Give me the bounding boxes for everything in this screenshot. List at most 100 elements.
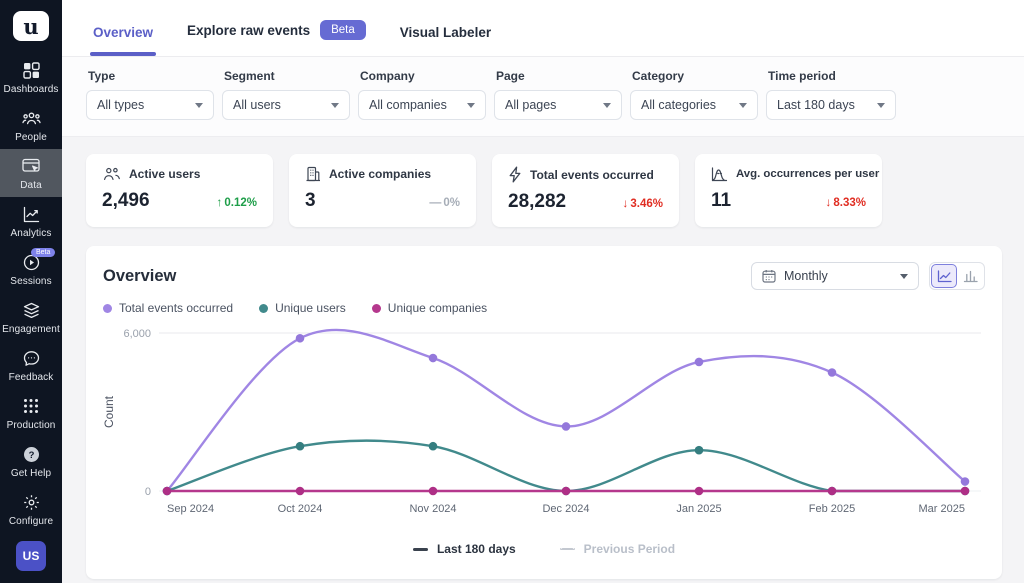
sidebar-item-label: Sessions: [10, 276, 52, 287]
sidebar-item-label: Engagement: [2, 324, 60, 335]
sidebar: u Dashboards People Data Analytics Beta …: [0, 0, 62, 583]
line-chart-button[interactable]: [931, 264, 957, 288]
sidebar-item-get-help[interactable]: ? Get Help: [0, 437, 62, 485]
selected-value: All pages: [505, 98, 557, 112]
stat-label: Avg. occurrences per user: [736, 168, 880, 180]
legend-current-period[interactable]: Last 180 days: [412, 542, 516, 556]
production-icon: [21, 396, 41, 416]
userpilot-logo[interactable]: u: [13, 11, 49, 41]
chevron-down-icon: [877, 102, 885, 108]
filter-label: Company: [360, 69, 415, 83]
stat-value: 3: [305, 190, 316, 211]
legend-unique-companies[interactable]: Unique companies: [371, 301, 487, 315]
filter-bar: Type All types Segment All users Company…: [62, 57, 1024, 137]
chevron-down-icon: [900, 273, 908, 279]
data-icon: [21, 156, 41, 176]
filter-company: Company All companies: [358, 69, 486, 120]
filter-label: Category: [632, 69, 685, 83]
legend-previous-period[interactable]: Previous Period: [559, 542, 676, 556]
period-legend: Last 180 days Previous Period: [103, 542, 985, 556]
page-select[interactable]: All pages: [494, 90, 622, 120]
filter-segment: Segment All users: [222, 69, 350, 120]
sidebar-item-label: Configure: [8, 516, 54, 527]
stat-value: 28,282: [508, 191, 567, 212]
legend-dot: [259, 303, 269, 313]
chart-type-toggle: [929, 262, 985, 290]
building-icon: [305, 166, 321, 182]
legend-label: Unique users: [275, 301, 346, 315]
overview-line-chart[interactable]: 0 6,000 Count Sep 2024 Oct 2024 Nov 2024 Dec 2…: [102, 319, 985, 529]
legend-label: Previous Period: [583, 542, 676, 556]
sidebar-item-label: Production: [6, 420, 56, 431]
sidebar-item-dashboards[interactable]: Dashboards: [0, 53, 62, 101]
stat-card-active-companies: Active companies 3 —0%: [289, 154, 476, 227]
calendar-icon: [762, 269, 776, 283]
legend-total-events[interactable]: Total events occurred: [103, 301, 233, 315]
svg-text:Oct 2024: Oct 2024: [278, 503, 323, 515]
stat-value: 2,496: [102, 190, 150, 211]
stat-label: Active users: [129, 167, 201, 181]
svg-text:Sep 2024: Sep 2024: [167, 503, 214, 515]
svg-text:Mar 2025: Mar 2025: [919, 503, 965, 515]
stat-delta: ↑ 0.12%: [216, 195, 257, 209]
main-area: Overview Explore raw events Beta Visual …: [62, 0, 1024, 583]
legend-unique-users[interactable]: Unique users: [259, 301, 346, 315]
svg-text:Count: Count: [103, 395, 116, 428]
selected-value: All users: [233, 98, 281, 112]
beta-badge: Beta: [320, 20, 366, 40]
granularity-select[interactable]: Monthly: [751, 262, 919, 290]
people-icon: [21, 108, 41, 128]
filter-label: Time period: [768, 69, 836, 83]
granularity-value: Monthly: [784, 269, 828, 283]
feedback-icon: [21, 348, 41, 368]
sidebar-item-data[interactable]: Data: [0, 149, 62, 197]
stat-card-avg-occurrences: Avg. occurrences per user 11 ↓ 8.33%: [695, 154, 882, 227]
company-select[interactable]: All companies: [358, 90, 486, 120]
overview-chart-card: Overview Monthly Total events occurred U…: [86, 246, 1002, 579]
help-icon: ?: [21, 444, 41, 464]
selected-value: Last 180 days: [777, 98, 855, 112]
svg-text:Nov 2024: Nov 2024: [409, 503, 456, 515]
selected-value: All companies: [369, 98, 447, 112]
selected-value: All categories: [641, 98, 717, 112]
filter-type: Type All types: [86, 69, 214, 120]
lightning-icon: [508, 166, 522, 183]
sidebar-item-engagement[interactable]: Engagement: [0, 293, 62, 341]
category-select[interactable]: All categories: [630, 90, 758, 120]
sidebar-item-label: Data: [20, 180, 42, 191]
tab-explore-raw-events[interactable]: Explore raw events Beta: [187, 20, 366, 56]
bar-chart-button[interactable]: [957, 264, 983, 288]
sidebar-item-sessions[interactable]: Beta Sessions: [0, 245, 62, 293]
stat-delta: ↓ 8.33%: [825, 195, 866, 209]
filter-label: Page: [496, 69, 525, 83]
chevron-down-icon: [603, 102, 611, 108]
chart-area: 0 6,000 Count Sep 2024 Oct 2024 Nov 2024 Dec 2…: [102, 319, 985, 534]
user-avatar[interactable]: US: [16, 541, 46, 571]
sidebar-item-people[interactable]: People: [0, 101, 62, 149]
top-tab-bar: Overview Explore raw events Beta Visual …: [62, 0, 1024, 57]
sidebar-item-feedback[interactable]: Feedback: [0, 341, 62, 389]
tab-label: Overview: [93, 25, 154, 40]
dash-icon: —: [429, 195, 442, 209]
sessions-beta-badge: Beta: [31, 248, 56, 257]
sidebar-item-configure[interactable]: Configure: [0, 485, 62, 533]
stat-value: 11: [711, 190, 732, 211]
sidebar-item-label: Dashboards: [3, 84, 59, 95]
sidebar-item-analytics[interactable]: Analytics: [0, 197, 62, 245]
stat-label: Active companies: [329, 167, 432, 181]
analytics-icon: [21, 204, 41, 224]
filter-label: Segment: [224, 69, 275, 83]
filter-page: Page All pages: [494, 69, 622, 120]
tab-overview[interactable]: Overview: [89, 25, 157, 56]
tab-visual-labeler[interactable]: Visual Labeler: [400, 25, 491, 56]
svg-text:?: ?: [28, 450, 34, 461]
type-select[interactable]: All types: [86, 90, 214, 120]
legend-label: Total events occurred: [119, 301, 234, 315]
sidebar-item-production[interactable]: Production: [0, 389, 62, 437]
time-period-select[interactable]: Last 180 days: [766, 90, 896, 120]
filter-time-period: Time period Last 180 days: [766, 69, 896, 120]
chevron-down-icon: [195, 102, 203, 108]
sidebar-nav: Dashboards People Data Analytics Beta Se…: [0, 53, 62, 583]
chevron-down-icon: [331, 102, 339, 108]
segment-select[interactable]: All users: [222, 90, 350, 120]
